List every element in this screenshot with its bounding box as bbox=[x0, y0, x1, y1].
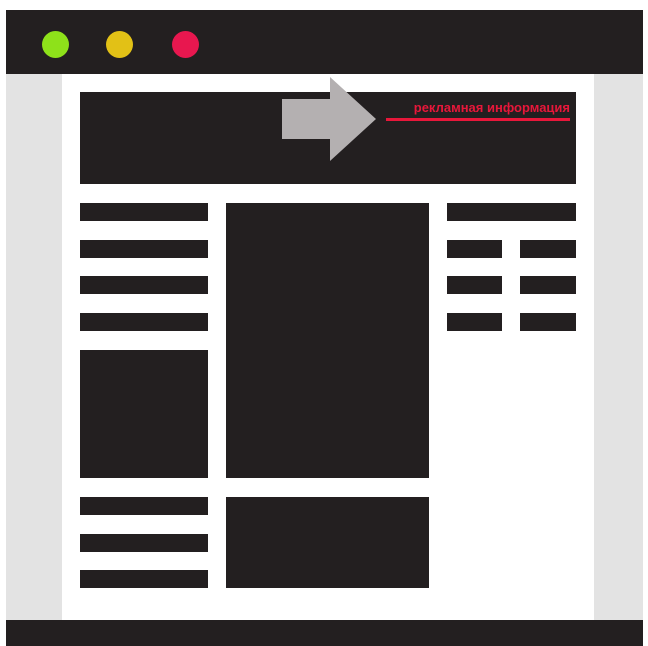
secondary-content-block bbox=[226, 497, 429, 588]
left-menu-bar bbox=[80, 203, 208, 221]
right-grid-item bbox=[520, 313, 576, 331]
ad-label[interactable]: рекламная информация bbox=[388, 100, 570, 116]
right-grid-item bbox=[447, 313, 502, 331]
left-link-bar bbox=[80, 497, 208, 515]
right-grid-item bbox=[520, 276, 576, 294]
right-header-bar bbox=[447, 203, 576, 221]
red-dot-icon[interactable] bbox=[172, 31, 199, 58]
green-dot-icon[interactable] bbox=[42, 31, 69, 58]
left-image-block bbox=[80, 350, 208, 478]
left-menu-bar bbox=[80, 240, 208, 258]
ad-label-underline bbox=[386, 118, 570, 121]
main-content-block bbox=[226, 203, 429, 478]
left-menu-bar bbox=[80, 313, 208, 331]
right-grid-item bbox=[520, 240, 576, 258]
window-bottom-bar bbox=[6, 620, 643, 646]
right-grid-item bbox=[447, 240, 502, 258]
arrow-right-icon bbox=[282, 77, 376, 161]
yellow-dot-icon[interactable] bbox=[106, 31, 133, 58]
left-link-bar bbox=[80, 570, 208, 588]
window-titlebar bbox=[6, 10, 643, 74]
left-menu-bar bbox=[80, 276, 208, 294]
left-link-bar bbox=[80, 534, 208, 552]
right-grid-item bbox=[447, 276, 502, 294]
